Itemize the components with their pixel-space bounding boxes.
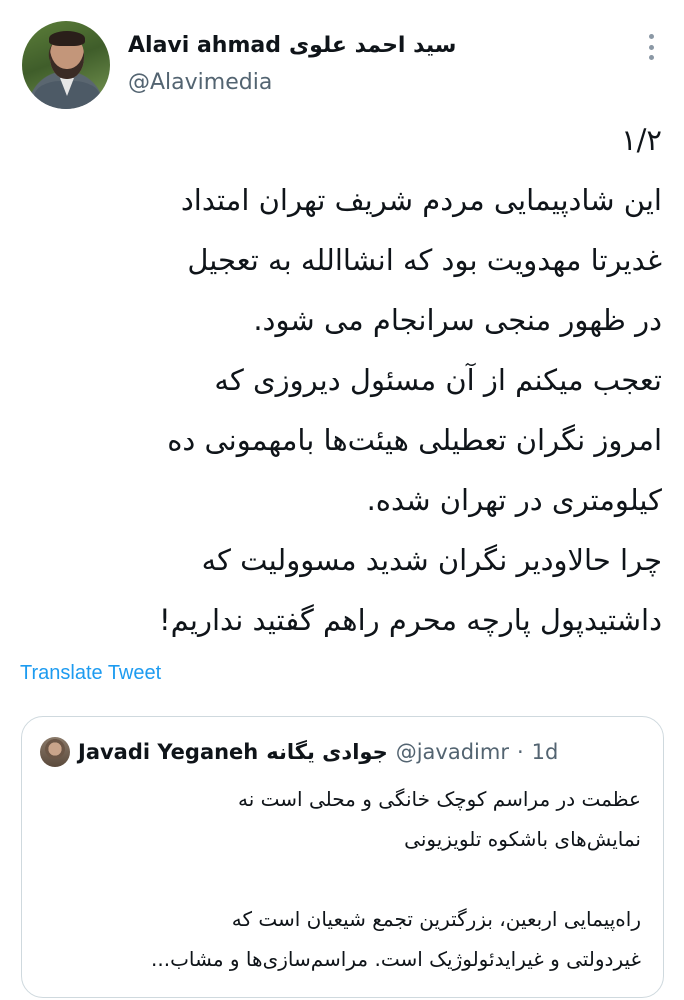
tweet-line: این شادپیمایی مردم شریف تهران امتداد: [180, 183, 662, 217]
tweet-line: غدیرتا مهدویت بود که انشاالله به تعجیل: [187, 243, 662, 277]
quoted-author-name[interactable]: Javadi Yeganeh: [78, 740, 258, 764]
more-dot: [648, 55, 654, 60]
tweet-line: چرا حالاودیر نگران شدید مسوولیت که: [201, 543, 662, 577]
tweet-line: امروز نگران تعطیلی هیئت‌ها بامهمونی ده: [167, 423, 662, 457]
quoted-author-avatar[interactable]: [40, 737, 70, 767]
quoted-line: نمایش‌های باشکوه تلویزیونی: [404, 827, 641, 851]
author-handle[interactable]: @Alavimedia: [128, 70, 272, 95]
author-name-persian[interactable]: سید احمد علوی: [289, 33, 456, 58]
author-avatar[interactable]: [22, 21, 110, 109]
quoted-author-handle[interactable]: @javadimr: [396, 740, 509, 764]
quoted-tweet-card[interactable]: Javadi Yeganeh جوادی یگانه @javadimr · 1…: [21, 716, 664, 998]
tweet-line: در ظهور منجی سرانجام می شود.: [253, 303, 662, 337]
tweet-text: ۱/۲ این شادپیمایی مردم شریف تهران امتداد…: [18, 110, 662, 650]
quoted-tweet-header: Javadi Yeganeh جوادی یگانه @javadimr · 1…: [40, 737, 558, 767]
tweet-line: کیلومتری در تهران شده.: [366, 483, 662, 517]
author-name[interactable]: Alavi ahmad: [128, 33, 281, 58]
author-name-line[interactable]: Alavi ahmad سید احمد علوی: [128, 28, 456, 62]
quoted-line: راه‌پیمایی اربعین، بزرگترین تجمع شیعیان …: [231, 907, 641, 931]
tweet-line: داشتیدپول پارچه محرم راهم گفتید نداریم!: [158, 603, 662, 637]
quoted-author-name-persian[interactable]: جوادی یگانه: [266, 740, 387, 764]
tweet-line: تعجب میکنم از آن مسئول دیروزی که: [214, 363, 662, 397]
quoted-tweet-time[interactable]: 1d: [532, 740, 559, 764]
more-vertical-icon[interactable]: [643, 34, 659, 60]
more-dot: [648, 44, 654, 50]
quoted-line: عظمت در مراسم کوچک خانگی و محلی است نه: [237, 787, 641, 811]
quoted-line: غیردولتی و غیرایدئولوژیک است. مراسم‌سازی…: [151, 947, 641, 971]
avatar-hair: [49, 31, 85, 46]
quoted-tweet-text: عظمت در مراسم کوچک خانگی و محلی است نه ن…: [41, 779, 641, 979]
dot-separator: ·: [516, 740, 524, 764]
quoted-line: [41, 859, 641, 899]
tweet-line: ۱/۲: [621, 123, 662, 157]
more-dot: [648, 34, 654, 39]
translate-tweet-link[interactable]: Translate Tweet: [20, 662, 161, 685]
